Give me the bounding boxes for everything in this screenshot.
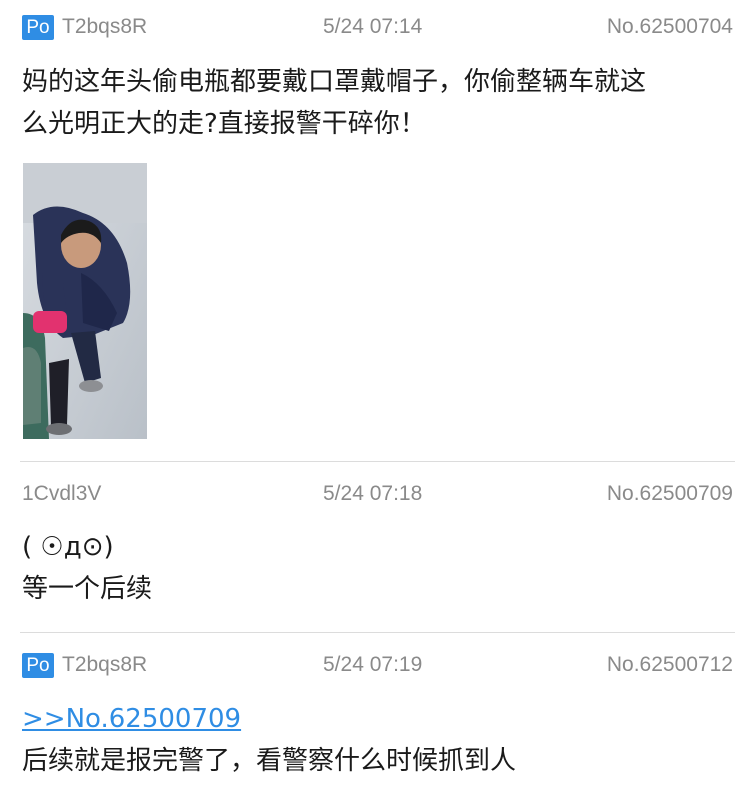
post-header: Po T2bqs8R 5/24 07:14 No.62500704: [0, 12, 755, 42]
post-content: ( ☉д⊙) 等一个后续: [22, 526, 734, 610]
post-text-line: 等一个后续: [22, 574, 153, 604]
user-id[interactable]: 1Cvdl3V: [22, 479, 101, 509]
post-time: 5/24 07:14: [323, 15, 423, 38]
post-image-thumbnail[interactable]: [23, 163, 147, 439]
user-id[interactable]: T2bqs8R: [62, 12, 147, 42]
post-text-line: 妈的这年头偷电瓶都要戴口罩戴帽子，你偷整辆车就这: [22, 67, 647, 97]
post-time: 5/24 07:18: [323, 482, 423, 505]
user-id[interactable]: T2bqs8R: [62, 650, 147, 680]
post-number[interactable]: No.62500704: [607, 12, 733, 42]
post-header: Po T2bqs8R 5/24 07:19 No.62500712: [0, 650, 755, 680]
quote-link[interactable]: >>No.62500709: [22, 704, 241, 734]
post-text-line: 么光明正大的走?直接报警干碎你！: [22, 109, 426, 139]
post-text-line: 后续就是报完警了，看警察什么时候抓到人: [22, 746, 517, 776]
photo-thief-image: [23, 163, 147, 439]
po-badge: Po: [22, 653, 54, 678]
post-content: >>No.62500709 后续就是报完警了，看警察什么时候抓到人: [22, 698, 734, 782]
post-content: 妈的这年头偷电瓶都要戴口罩戴帽子，你偷整辆车就这 么光明正大的走?直接报警干碎你…: [22, 61, 734, 145]
post-time: 5/24 07:19: [323, 653, 423, 676]
post-divider: [20, 632, 735, 633]
po-badge: Po: [22, 15, 54, 40]
post-header: 1Cvdl3V 5/24 07:18 No.62500709: [0, 479, 755, 509]
post-number[interactable]: No.62500712: [607, 650, 733, 680]
post-text-line: ( ☉д⊙): [22, 532, 114, 562]
post-number[interactable]: No.62500709: [607, 479, 733, 509]
post-divider: [20, 461, 735, 462]
